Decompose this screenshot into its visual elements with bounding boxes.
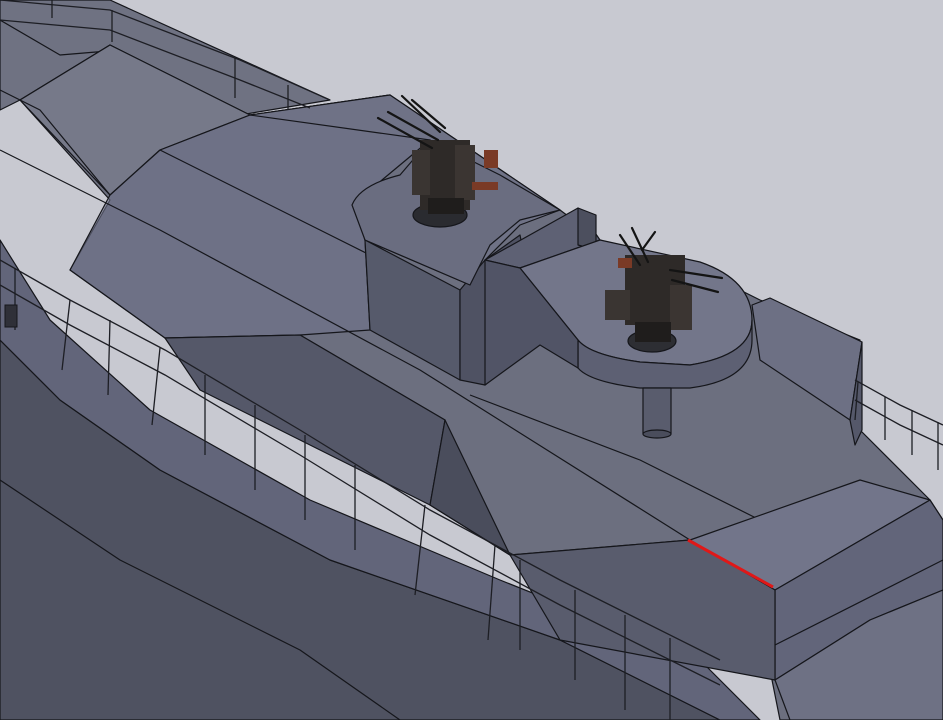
aft-gun-seat [618,258,632,268]
forward-gun-seat [484,150,498,168]
platform-support-column[interactable] [642,387,672,435]
aft-gun-left-shield [605,290,630,320]
aft-gun-pedestal [635,322,671,342]
cad-3d-viewport[interactable] [0,0,943,720]
forward-gun-left-cradle [412,150,430,195]
forward-gun-footrest [472,182,498,190]
forward-gun-pedestal [428,198,464,214]
aft-gun-right-shield [670,285,692,330]
ship-model-render[interactable] [0,0,943,720]
hull-fitting [4,304,18,328]
column-base [642,429,672,439]
forward-gun-right-cradle [455,145,475,200]
aft-gun-sight-arm [640,230,657,252]
right-railing-top[interactable] [854,379,943,426]
